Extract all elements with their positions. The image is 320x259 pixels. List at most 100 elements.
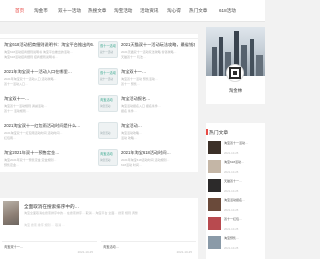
article-snippet: 2021淘宝双十一红包雨活动时间 活动时间… [4,131,63,135]
article-title[interactable]: 2021年淘宝双十一活动入口在哪里… [4,69,94,75]
hot-article-item[interactable]: 淘宝活动报名… 2021-10-25 [208,198,264,217]
article-snippet: 红包雨… [4,136,17,140]
article-item[interactable]: 2021淘宝双十一红包雨活动时间是什么… 2021淘宝双十一红包雨活动时间 活动… [4,120,103,143]
link-date: 2021-10-25 [176,250,192,254]
article-thumbnail[interactable]: 双十一活动 双十一活动 [98,68,118,85]
nav-home[interactable]: 首页 [15,6,24,15]
article-item[interactable]: 双十一活动 双十一活动 2021天猫双十一活动玩法攻略，最省钱攻略！ 2021天… [98,39,197,62]
nav-activity-news[interactable]: 活动资讯 [140,6,158,15]
hot-article-thumbnail[interactable] [208,236,221,249]
hot-articles-panel: 热门文章 淘宝双十一活动… 2021-10-25 淘宝618活动… 2021-1… [205,123,265,259]
hot-article-title[interactable]: 天猫双十一… [224,179,264,187]
link-item[interactable]: 淘宝活动… 2021-10-25 [101,241,196,255]
top-nav: 首页 淘金币 双十一活动 热搜文章 淘宝活动 活动资讯 淘心得 热门文章 618… [0,0,265,22]
article-snippet: 淘宝2021年双十一预售定金 定金规则… [4,158,57,162]
hot-article-title[interactable]: 双十一红包… [224,217,264,225]
article-title[interactable]: 淘宝双十一… [4,96,94,102]
thumbnail-caption: 淘宝活动 [100,159,111,162]
category-tag: 双十一活动 [100,44,116,48]
article-item[interactable]: 淘宝2021年双十一预售定金… 淘宝2021年双十一预售定金 定金规则… 预售定… [4,147,103,170]
article-title[interactable]: 淘宝活动… [121,123,195,129]
featured-description: 淘宝全面取消在搜索排序中的… 在搜索排序… 取消… 淘宝平台 全面… 搜索 规则… [24,211,138,215]
article-item[interactable]: 淘宝活动 淘宝活动 淘宝活动报名… 淘宝活动报名入口 报名条件… 报名 条件… [98,93,197,116]
article-snippet: 淘宝双十一活动 预售活动… [121,77,158,81]
article-snippet: 2021年淘宝618活动时间 活动规则… [121,158,170,162]
hot-article-item[interactable]: 淘宝双十一活动… 2021-10-25 [208,141,264,160]
hot-article-thumbnail[interactable] [208,179,221,192]
article-snippet: 双十一 预售… [121,82,140,86]
article-grid: 淘宝618活动招商细则说明书：淘宝平台推出的6… 淘宝618活动招商细则说明书 … [0,34,198,172]
hot-articles-heading: 热门文章 [205,129,229,136]
hot-article-title[interactable]: 淘宝活动报名… [224,198,264,206]
hot-article-date: 2021-10-25 [224,227,239,231]
article-snippet: 活动 攻略… [121,136,137,140]
article-title[interactable]: 淘宝618活动招商细则说明书：淘宝平台推出的6… [4,42,94,48]
category-tag: 双十一活动 [100,71,116,75]
hot-article-date: 2021-10-25 [224,208,239,212]
hot-article-item[interactable]: 双十一红包… 2021-10-25 [208,217,264,236]
featured-block: 全面取消在搜索排序中的… 淘宝全面取消在搜索排序中的… 在搜索排序… 取消… 淘… [0,198,198,259]
article-item[interactable]: 双十一活动 双十一活动 淘宝双十一… 淘宝双十一活动 预售活动… 双十一 预售… [98,66,197,89]
nav-618[interactable]: 618活动 [219,6,236,15]
nav-experience[interactable]: 淘心得 [167,6,181,15]
category-tag: 淘宝活动 [100,152,113,156]
article-thumbnail[interactable]: 淘宝活动 淘宝活动 [98,149,118,166]
profile-name[interactable]: 淘金林 [206,88,265,94]
avatar[interactable] [226,64,244,82]
nav-double11[interactable]: 双十一活动 [58,6,81,15]
article-thumbnail[interactable]: 双十一活动 双十一活动 [98,41,118,58]
article-snippet: 淘宝活动报名入口 报名条件… [121,104,161,108]
article-item[interactable]: 淘宝双十一… 淘宝双十一活动规则 满减活动… 双十一 活动规则… [4,93,103,116]
article-item[interactable]: 2021年淘宝双十一活动入口在哪里… 2021年淘宝双十一活动入口 活动攻略… … [4,66,103,89]
hot-article-date: 2021-10-25 [224,151,239,155]
article-snippet: 2021年淘宝双十一活动入口 活动攻略… [4,77,57,81]
article-item[interactable]: 淘宝活动 淘宝活动 2021年淘宝618活动时间… 2021年淘宝618活动时间… [98,147,197,170]
hot-article-title[interactable]: 淘宝618活动… [224,160,264,168]
article-snippet: 淘宝活动攻略… [121,131,143,135]
article-item[interactable]: 淘宝618活动招商细则说明书：淘宝平台推出的6… 淘宝618活动招商细则说明书 … [4,39,103,62]
article-snippet: 双十一活动入口… [4,82,29,86]
hot-article-item[interactable]: 淘宝618活动… 2021-10-25 [208,160,264,179]
link-title[interactable]: 淘宝双十一… [4,244,94,249]
hot-article-thumbnail[interactable] [208,160,221,173]
article-title[interactable]: 2021年淘宝618活动时间… [121,150,195,156]
article-thumbnail[interactable]: 淘宝活动 [98,122,118,139]
article-title[interactable]: 淘宝双十一… [121,69,195,75]
nav-hot-search[interactable]: 热搜文章 [88,6,106,15]
sidebar: 淘金林 热门文章 淘宝双十一活动… 2021-10-25 淘宝618活动… 20… [205,27,265,259]
hot-article-thumbnail[interactable] [208,198,221,211]
hot-article-thumbnail[interactable] [208,141,221,154]
featured-image[interactable] [3,201,19,225]
article-snippet: 618活动 时间… [121,163,142,167]
link-date: 2021-10-25 [77,250,93,254]
hot-article-thumbnail[interactable] [208,217,221,230]
article-title[interactable]: 2021淘宝双十一红包雨活动时间是什么… [4,123,94,129]
category-tag: 淘宝活动 [100,98,113,102]
nav-taobao-activity[interactable]: 淘宝活动 [114,6,132,15]
hot-article-date: 2021-10-25 [224,189,239,193]
article-snippet: 2021天猫双十一活动玩法攻略 省钱攻略… [121,50,177,54]
nav-hot-articles[interactable]: 热门文章 [189,6,207,15]
hot-article-title[interactable]: 淘宝预售… [224,236,264,244]
article-snippet: 淘宝双十一活动规则 满减活动… [4,104,47,108]
article-snippet: 预售定金… [4,163,20,167]
article-snippet: 天猫双十一 玩法… [121,55,146,59]
hot-article-date: 2021-10-25 [224,246,239,250]
hot-article-item[interactable]: 天猫双十一… 2021-10-25 [208,179,264,198]
link-item[interactable]: 淘宝双十一… 2021-10-25 [2,241,97,255]
hot-article-item[interactable]: 淘宝预售… 2021-10-25 [208,236,264,255]
article-title[interactable]: 淘宝活动报名… [121,96,195,102]
thumbnail-caption: 淘宝活动 [100,132,111,135]
link-title[interactable]: 淘宝活动… [103,244,193,249]
hot-article-date: 2021-10-25 [224,170,239,174]
article-title[interactable]: 2021天猫双十一活动玩法攻略，最省钱攻略！ [121,42,195,48]
article-title[interactable]: 淘宝2021年双十一预售定金… [4,150,94,156]
nav-taojinbi[interactable]: 淘金币 [34,6,48,15]
featured-meta: 淘宝 搜索 排序 规则 … 取消 … [24,223,66,227]
article-item[interactable]: 淘宝活动 淘宝活动… 淘宝活动攻略… 活动 攻略… [98,120,197,143]
hot-article-title[interactable]: 淘宝双十一活动… [224,141,264,149]
profile-card: 淘金林 [206,27,265,104]
featured-title[interactable]: 全面取消在搜索排序中的… [24,204,79,210]
article-thumbnail[interactable]: 淘宝活动 淘宝活动 [98,95,118,112]
thumbnail-caption: 双十一活动 [100,78,113,81]
